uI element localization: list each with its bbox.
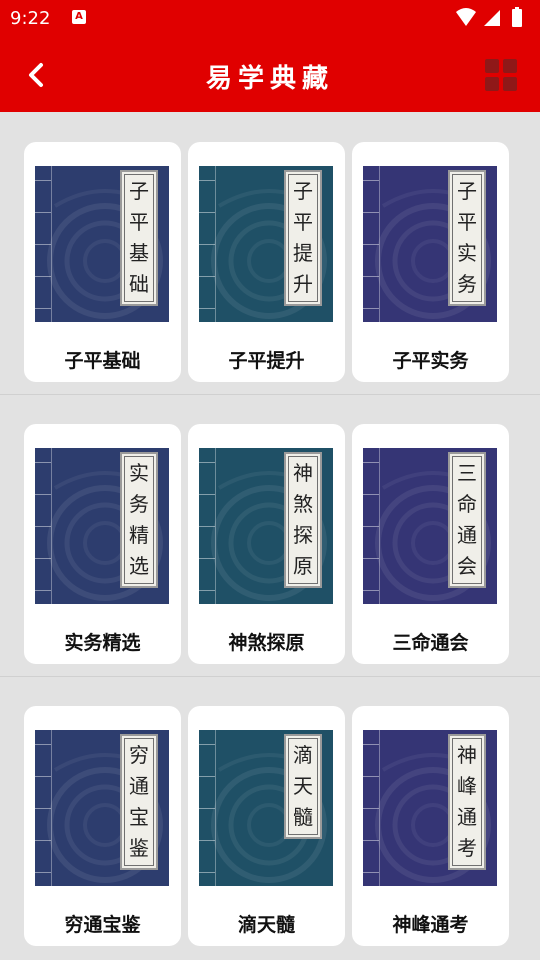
- page-title: 易学典藏: [205, 64, 334, 94]
- cover-title-char: 通: [129, 774, 149, 798]
- cover-title-char: 通: [457, 805, 477, 829]
- book-title: 神峰通考: [392, 914, 469, 936]
- cover-title-label: 滴天髓: [284, 734, 322, 839]
- cover-title-char: 子: [293, 179, 313, 203]
- cover-title-char: 探: [293, 523, 313, 547]
- cover-title-char: 考: [457, 836, 477, 860]
- book-spine-binding: [199, 448, 216, 604]
- cover-title-char: 子: [129, 179, 149, 203]
- cover-title-label: 实务精选: [120, 452, 158, 588]
- book-spine-binding: [363, 448, 380, 604]
- book-spine-binding: [363, 730, 380, 886]
- cover-title-label: 三命通会: [448, 452, 486, 588]
- book-cover-image: 穷通宝鉴: [35, 730, 169, 886]
- book-cover-image: 神峰通考: [363, 730, 497, 886]
- book-title: 神煞探原: [228, 632, 305, 654]
- cover-title-label: 穷通宝鉴: [120, 734, 158, 870]
- book-cover-image: 子平提升: [199, 166, 333, 322]
- cover-title-char: 础: [129, 272, 149, 296]
- book-title: 滴天髓: [237, 914, 295, 936]
- book-spine-binding: [363, 166, 380, 322]
- book-cover-image: 子平实务: [363, 166, 497, 322]
- cover-title-char: 神: [293, 461, 313, 485]
- cover-title-char: 子: [457, 179, 477, 203]
- cover-title-char: 三: [457, 461, 477, 485]
- cover-title-char: 通: [457, 523, 477, 547]
- cover-title-char: 会: [457, 554, 477, 578]
- grid-view-icon[interactable]: [485, 59, 517, 91]
- book-cover-image: 神煞探原: [199, 448, 333, 604]
- book-spine-binding: [199, 730, 216, 886]
- battery-icon: [512, 9, 522, 27]
- book-card[interactable]: 子平提升子平提升: [188, 142, 345, 382]
- book-cover-image: 实务精选: [35, 448, 169, 604]
- book-cover-image: 滴天髓: [199, 730, 333, 886]
- book-spine-binding: [35, 448, 52, 604]
- cover-title-char: 平: [293, 210, 313, 234]
- book-spine-binding: [199, 166, 216, 322]
- cover-title-char: 选: [129, 554, 149, 578]
- cover-title-char: 基: [129, 241, 149, 265]
- book-title: 子平提升: [228, 350, 305, 372]
- cover-title-char: 命: [457, 492, 477, 516]
- cover-title-char: 提: [293, 241, 313, 265]
- cover-title-label: 子平实务: [448, 170, 486, 306]
- book-title: 子平基础: [64, 350, 141, 372]
- cover-title-char: 峰: [457, 774, 477, 798]
- cover-title-char: 天: [293, 774, 313, 798]
- cover-title-char: 实: [129, 461, 149, 485]
- book-spine-binding: [35, 166, 52, 322]
- row-divider: [0, 676, 540, 677]
- book-card[interactable]: 三命通会三命通会: [352, 424, 509, 664]
- app-bar: 易学典藏: [0, 38, 540, 112]
- cover-title-label: 子平基础: [120, 170, 158, 306]
- cover-title-char: 煞: [293, 492, 313, 516]
- cover-title-label: 神峰通考: [448, 734, 486, 870]
- cover-title-char: 滴: [293, 743, 313, 767]
- system-icons: [456, 7, 522, 27]
- book-title: 实务精选: [64, 632, 141, 654]
- book-card[interactable]: 穷通宝鉴穷通宝鉴: [24, 706, 181, 946]
- book-title: 子平实务: [392, 350, 469, 372]
- book-cover-image: 子平基础: [35, 166, 169, 322]
- cover-title-char: 平: [457, 210, 477, 234]
- book-card[interactable]: 神煞探原神煞探原: [188, 424, 345, 664]
- book-card[interactable]: 子平实务子平实务: [352, 142, 509, 382]
- cover-title-char: 神: [457, 743, 477, 767]
- wifi-icon: [456, 8, 476, 26]
- signal-icon: [484, 10, 500, 26]
- book-cover-image: 三命通会: [363, 448, 497, 604]
- row-divider: [0, 394, 540, 395]
- cover-title-char: 平: [129, 210, 149, 234]
- book-spine-binding: [35, 730, 52, 886]
- status-time: 9:22: [10, 8, 51, 29]
- status-bar: 9:22 A: [0, 0, 540, 38]
- book-title: 三命通会: [392, 632, 469, 654]
- cover-title-char: 实: [457, 241, 477, 265]
- book-card[interactable]: 滴天髓滴天髓: [188, 706, 345, 946]
- cover-title-char: 精: [129, 523, 149, 547]
- book-card[interactable]: 子平基础子平基础: [24, 142, 181, 382]
- cover-title-char: 原: [293, 554, 313, 578]
- cover-title-char: 升: [293, 272, 313, 296]
- cover-title-label: 子平提升: [284, 170, 322, 306]
- notification-icon: A: [72, 10, 86, 24]
- cover-title-char: 髓: [293, 805, 313, 829]
- cover-title-label: 神煞探原: [284, 452, 322, 588]
- book-card[interactable]: 实务精选实务精选: [24, 424, 181, 664]
- cover-title-char: 鉴: [129, 836, 149, 860]
- book-card[interactable]: 神峰通考神峰通考: [352, 706, 509, 946]
- cover-title-char: 务: [457, 272, 477, 296]
- cover-title-char: 务: [129, 492, 149, 516]
- book-title: 穷通宝鉴: [64, 914, 141, 936]
- cover-title-char: 宝: [129, 805, 149, 829]
- book-grid: 子平基础子平基础子平提升子平提升子平实务子平实务实务精选实务精选神煞探原神煞探原…: [0, 112, 540, 960]
- cover-title-char: 穷: [129, 743, 149, 767]
